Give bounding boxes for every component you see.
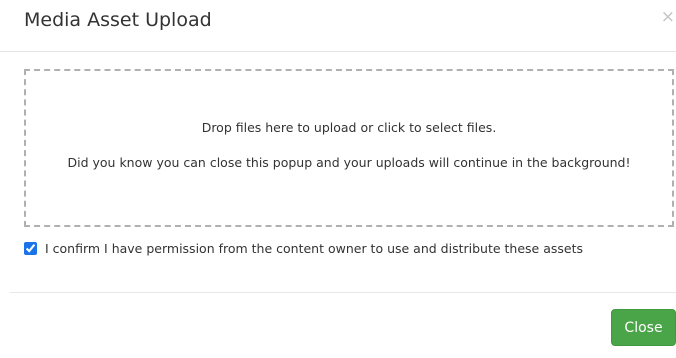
- modal-title: Media Asset Upload: [24, 9, 212, 31]
- dropzone-background-note: Did you know you can close this popup an…: [67, 155, 631, 170]
- upload-modal: Media Asset Upload × Drop files here to …: [0, 0, 676, 358]
- modal-header: Media Asset Upload ×: [0, 0, 676, 52]
- permission-checkbox[interactable]: [24, 242, 37, 255]
- footer-divider: [10, 292, 676, 293]
- file-dropzone[interactable]: Drop files here to upload or click to se…: [24, 69, 674, 227]
- close-icon[interactable]: ×: [661, 9, 675, 26]
- permission-label: I confirm I have permission from the con…: [45, 241, 584, 256]
- close-button[interactable]: Close: [611, 309, 676, 346]
- permission-confirmation[interactable]: I confirm I have permission from the con…: [24, 241, 583, 256]
- dropzone-instructions: Drop files here to upload or click to se…: [201, 120, 497, 135]
